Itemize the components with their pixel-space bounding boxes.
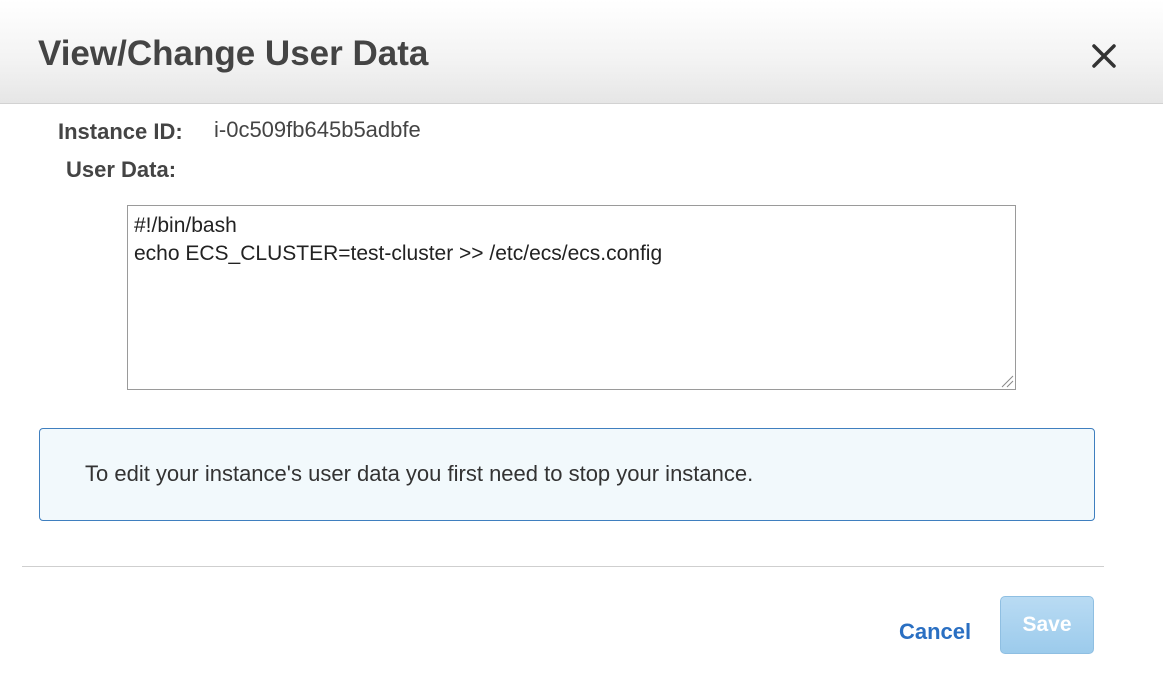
instance-id-value: i-0c509fb645b5adbfe [214, 117, 421, 142]
user-data-label: User Data: [66, 157, 177, 182]
resize-grip-icon[interactable] [1000, 374, 1014, 388]
save-button[interactable]: Save [1000, 596, 1094, 654]
close-icon [1092, 44, 1116, 68]
instance-id-label: Instance ID: [58, 119, 183, 144]
dialog-title: View/Change User Data [38, 34, 429, 73]
footer-divider [22, 566, 1104, 567]
cancel-button[interactable]: Cancel [899, 617, 971, 647]
user-data-dialog: View/Change User Data Instance ID: i-0c5… [0, 0, 1163, 681]
dialog-header: View/Change User Data [0, 0, 1163, 104]
close-button[interactable] [1086, 38, 1122, 74]
info-alert: To edit your instance's user data you fi… [39, 428, 1095, 521]
user-data-textarea[interactable]: #!/bin/bash echo ECS_CLUSTER=test-cluste… [127, 205, 1016, 390]
info-message: To edit your instance's user data you fi… [85, 461, 754, 486]
